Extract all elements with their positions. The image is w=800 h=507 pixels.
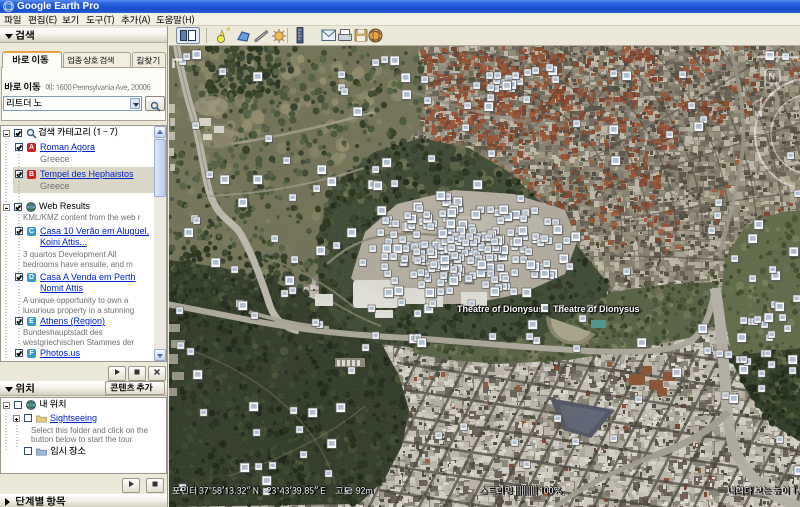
svg-text:N: N [769, 72, 776, 82]
